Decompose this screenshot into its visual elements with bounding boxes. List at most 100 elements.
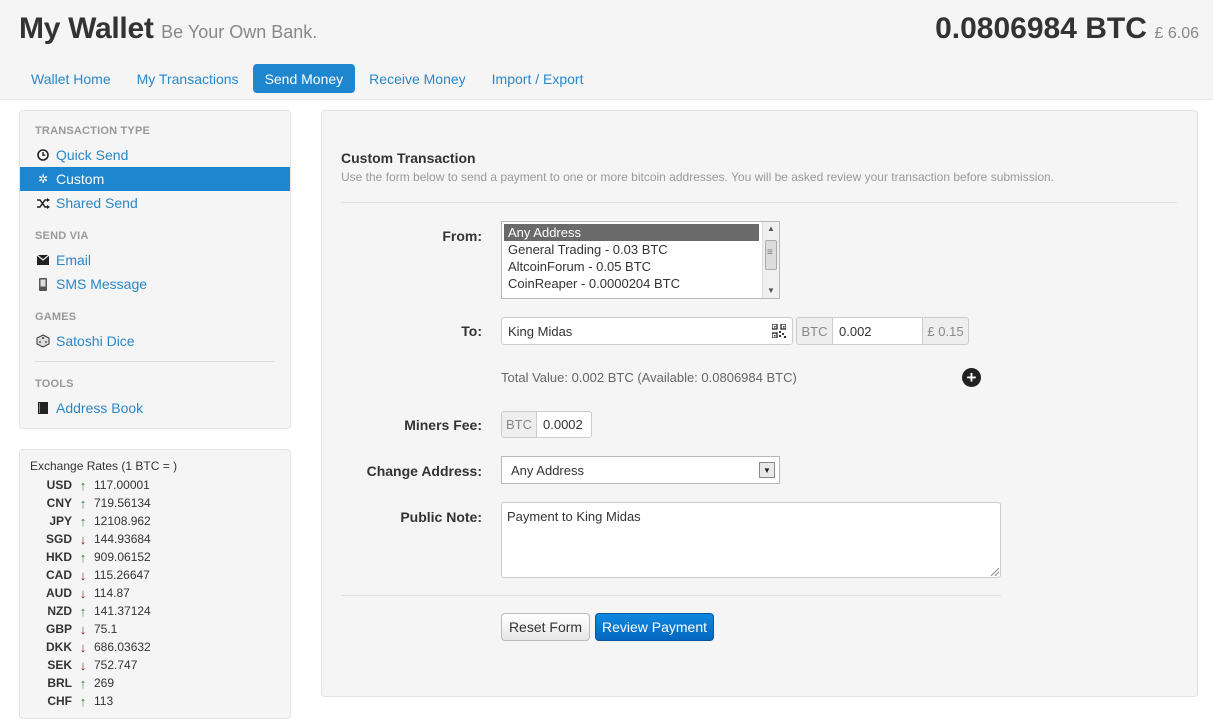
sidebar-item-email[interactable]: Email [20,248,290,272]
rate-value: 75.1 [94,622,118,636]
rate-row-jpy: JPY ↑ 12108.962 [30,512,150,530]
rate-currency: DKK [46,640,72,654]
rate-currency: CHF [47,694,72,708]
public-note-textarea[interactable]: Payment to King Midas [501,502,1001,578]
main-nav: Wallet Home My Transactions Send Money R… [19,64,597,93]
wallet-balance: 0.0806984 BTC £ 6.06 [935,12,1199,46]
arrow-down-icon: ↓ [79,567,87,583]
clock-icon [36,148,50,162]
panel-description: Use the form below to send a payment to … [341,170,1055,184]
to-label: To: [461,323,482,339]
to-address-value: King Midas [508,323,573,339]
resize-grip-icon[interactable] [991,568,999,576]
envelope-icon [36,253,50,267]
qr-code-icon[interactable] [772,324,786,338]
rate-row-cny: CNY ↑ 719.56134 [30,494,151,512]
fee-currency-addon: BTC [501,411,537,438]
shuffle-icon [36,196,50,210]
sidebar-item-sms[interactable]: SMS Message [20,272,290,296]
from-option[interactable]: CoinReaper - 0.0000204 BTC [502,275,760,292]
change-address-label: Change Address: [366,463,482,479]
sidebar-item-satoshi-dice[interactable]: Satoshi Dice [20,329,290,353]
miners-fee-input[interactable]: 0.0002 [536,411,592,438]
rate-value: 144.93684 [94,532,151,546]
from-address-listbox[interactable]: Any Address General Trading - 0.03 BTC A… [501,221,780,299]
from-option[interactable]: AltcoinForum - 0.05 BTC [502,258,760,275]
tab-wallet-home[interactable]: Wallet Home [19,64,123,93]
tab-my-transactions[interactable]: My Transactions [125,64,251,93]
plus-icon: + [966,368,977,387]
arrow-down-icon: ↓ [79,585,87,601]
total-value-text: Total Value: 0.002 BTC (Available: 0.080… [501,370,797,385]
rate-value: 113 [94,694,114,708]
divider [341,595,1001,596]
from-label: From: [442,228,482,244]
amount-value: 0.002 [839,323,872,339]
tab-send-money[interactable]: Send Money [252,64,356,93]
scroll-down-icon[interactable]: ▼ [763,284,779,298]
rate-value: 115.26647 [94,568,150,582]
arrow-up-icon: ↑ [79,549,87,565]
tab-receive-money[interactable]: Receive Money [357,64,478,93]
add-recipient-button[interactable]: + [962,368,981,387]
scroll-thumb[interactable] [765,240,777,270]
sidebar-item-quick-send[interactable]: Quick Send [20,143,290,167]
sidebar-item-label: Custom [56,171,105,187]
exchange-rates-title: Exchange Rates (1 BTC = ) [30,459,178,473]
rate-currency: CAD [46,568,72,582]
gear-icon: ✲ [37,172,49,186]
sidebar-item-address-book[interactable]: Address Book [20,396,290,420]
rate-currency: GBP [45,622,72,636]
sidebar-item-custom[interactable]: ✲ Custom [20,167,290,191]
public-note-label: Public Note: [400,509,482,525]
amount-input[interactable]: 0.002 [832,317,923,345]
rate-row-nzd: NZD ↑ 141.37124 [30,602,150,620]
brand: My Wallet Be Your Own Bank. [19,12,317,46]
rate-currency: NZD [47,604,72,618]
public-note-value: Payment to King Midas [507,509,641,524]
change-address-select[interactable]: Any Address ▼ [501,456,780,484]
to-address-input[interactable]: King Midas [501,317,793,345]
rate-value: 909.06152 [94,550,151,564]
rate-row-gbp: GBP ↓ 75.1 [30,620,117,638]
from-option[interactable]: General Trading - 0.03 BTC [502,241,760,258]
divider [341,202,1177,203]
rate-currency: AUD [46,586,72,600]
tab-import-export[interactable]: Import / Export [480,64,596,93]
scroll-up-icon[interactable]: ▲ [763,222,779,236]
arrow-down-icon: ↓ [79,657,87,673]
from-option[interactable]: Any Address [504,224,759,241]
reset-form-button[interactable]: Reset Form [501,613,590,641]
rate-value: 117.00001 [94,478,150,492]
sidebar-item-label: Email [56,252,92,268]
to-currency-addon: BTC [796,317,833,345]
rate-row-sek: SEK ↓ 752.747 [30,656,137,674]
book-icon [36,401,50,415]
rate-value: 269 [94,676,115,690]
sidebar-item-shared-send[interactable]: Shared Send [20,191,290,215]
arrow-down-icon: ↓ [79,621,87,637]
panel-title: Custom Transaction [341,150,476,166]
rate-row-dkk: DKK ↓ 686.03632 [30,638,151,656]
send-via-heading: Send Via [35,230,89,242]
review-payment-button[interactable]: Review Payment [595,613,714,641]
app-tagline: Be Your Own Bank. [161,22,318,42]
dice-icon [36,334,50,348]
rate-value: 719.56134 [94,496,151,510]
rate-row-chf: CHF ↑ 113 [30,692,113,710]
app-title: My Wallet [19,12,154,45]
rate-row-sgd: SGD ↓ 144.93684 [30,530,151,548]
rate-currency: SGD [45,532,72,546]
balance-fiat[interactable]: £ 6.06 [1155,25,1199,42]
chevron-down-icon[interactable]: ▼ [759,462,775,478]
rate-row-cad: CAD ↓ 115.26647 [30,566,150,584]
listbox-scrollbar[interactable]: ▲ ▼ [762,222,779,298]
tools-heading: Tools [35,378,74,390]
rate-row-aud: AUD ↓ 114.87 [30,584,130,602]
arrow-up-icon: ↑ [79,675,87,691]
arrow-up-icon: ↑ [79,495,87,511]
rate-currency: SEK [47,658,72,672]
rate-value: 114.87 [94,586,130,600]
sidebar-item-label: SMS Message [56,276,148,292]
sidebar-item-label: Address Book [56,400,144,416]
